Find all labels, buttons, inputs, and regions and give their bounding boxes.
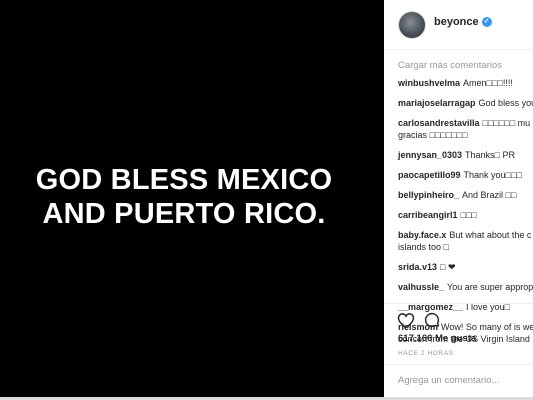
username[interactable]: beyonce xyxy=(434,16,479,28)
username-link[interactable]: beyonce ✓ xyxy=(434,16,492,28)
comment-icon[interactable] xyxy=(424,312,441,329)
comment-item: srida.v13 □ ❤ xyxy=(398,261,533,273)
comment-username[interactable]: valhussle_ xyxy=(398,282,444,292)
load-more-comments-link[interactable]: Cargar más comentarios xyxy=(398,60,502,71)
comment-username[interactable]: carribeangirl1 xyxy=(398,210,458,220)
comment-text: □□□ xyxy=(460,210,477,220)
comment-item: valhussle_ You are super approp xyxy=(398,281,533,293)
avatar[interactable] xyxy=(398,11,426,39)
post-timestamp[interactable]: HACE 2 HORAS xyxy=(398,350,454,357)
post-sidebar: beyonce ✓ Cargar más comentarios winbushv… xyxy=(384,0,533,397)
add-comment-field[interactable]: Agrega un comentario... xyxy=(384,364,533,397)
post-image[interactable]: GOD BLESS MEXICO AND PUERTO RICO. xyxy=(0,0,384,397)
comment-text: And Brazil □□ xyxy=(462,190,517,200)
post-actions xyxy=(384,303,533,333)
comment-item: jennysan_0303 Thanks□ PR xyxy=(398,149,533,161)
caption-line-1: GOD BLESS MEXICO xyxy=(35,164,333,196)
comment-username[interactable]: carlosandrestavilla xyxy=(398,118,480,128)
comment-text: □□□□□□ mu xyxy=(482,118,531,128)
likes-count[interactable]: 617.166 Me gusta xyxy=(398,333,476,344)
post-header: beyonce ✓ xyxy=(384,0,533,50)
comment-username[interactable]: bellypinheiro_ xyxy=(398,190,459,200)
comment-text: You are super approp xyxy=(447,282,533,292)
comment-text: Amen□□□!!!! xyxy=(463,78,513,88)
caption-line-2: AND PUERTO RICO. xyxy=(42,198,326,230)
comment-item: baby.face.x But what about the c islands t… xyxy=(398,229,533,253)
heart-icon[interactable] xyxy=(397,312,415,329)
comment-text: □ ❤ xyxy=(440,262,456,272)
comment-username[interactable]: paocapetillo99 xyxy=(398,170,461,180)
verified-badge-icon: ✓ xyxy=(481,17,492,28)
comment-item: carribeangirl1 □□□ xyxy=(398,209,533,221)
comment-username[interactable]: jennysan_0303 xyxy=(398,150,462,160)
comment-username[interactable]: winbushvelma xyxy=(398,78,460,88)
add-comment-placeholder[interactable]: Agrega un comentario... xyxy=(398,375,499,386)
comment-item: mariajoselarragap God bless you xyxy=(398,97,533,109)
comment-username[interactable]: baby.face.x xyxy=(398,230,446,240)
comment-item: paocapetillo99 Thank you□□□ xyxy=(398,169,533,181)
comment-text: Thanks□ PR xyxy=(465,150,515,160)
comment-text: God bless you xyxy=(478,98,533,108)
comment-text-continued: islands too □ xyxy=(398,242,449,252)
comment-text-continued: gracias □□□□□□□ xyxy=(398,130,468,140)
comment-item: carlosandrestavilla □□□□□□ mu gracias □□□□… xyxy=(398,117,533,141)
comment-text: Thank you□□□ xyxy=(463,170,522,180)
comment-username[interactable]: srida.v13 xyxy=(398,262,437,272)
comment-item: bellypinheiro_ And Brazil □□ xyxy=(398,189,533,201)
comment-text: But what about the c xyxy=(449,230,532,240)
comment-username[interactable]: mariajoselarragap xyxy=(398,98,476,108)
comment-item: winbushvelma Amen□□□!!!! xyxy=(398,77,533,89)
post-image-text: GOD BLESS MEXICO AND PUERTO RICO. xyxy=(0,163,368,231)
